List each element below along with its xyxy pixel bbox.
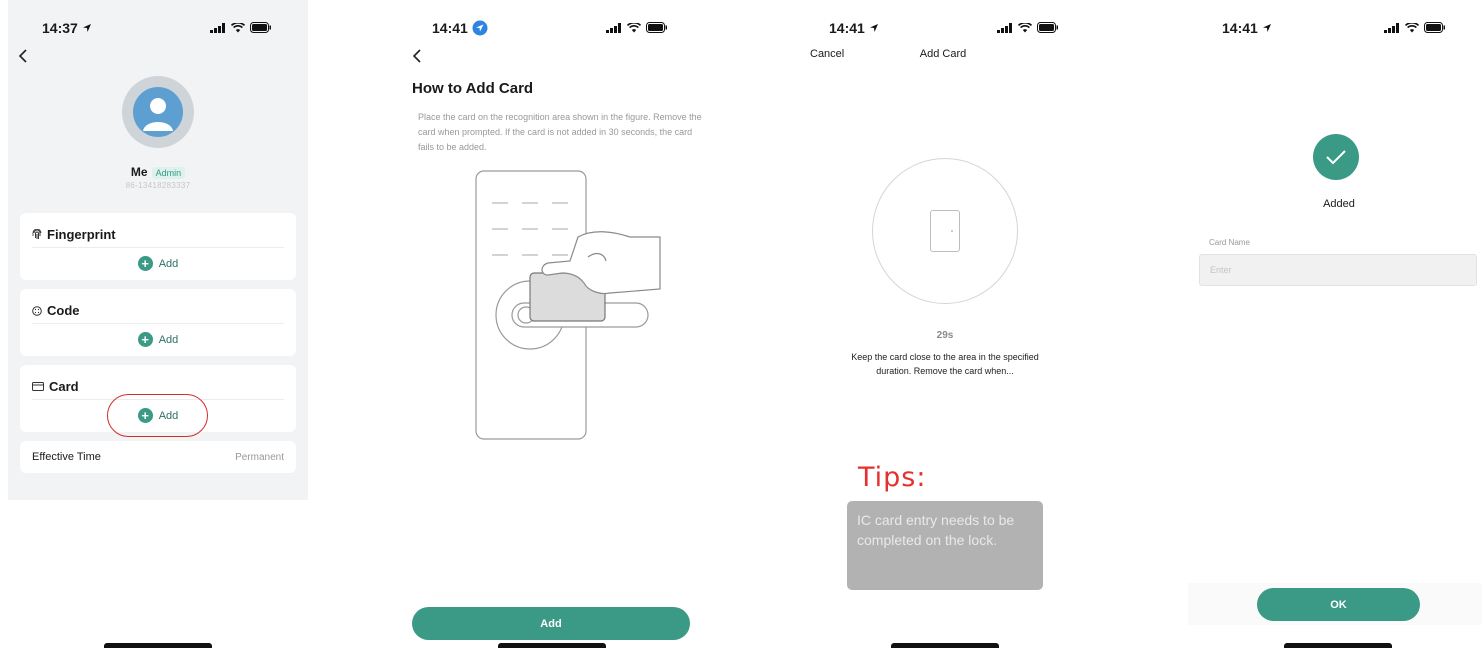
fingerprint-icon — [32, 229, 42, 239]
status-time: 14:41 — [432, 20, 468, 36]
member-detail-screen: 14:37 Me Admin 86-13418283337 Fingerprint… — [8, 0, 308, 648]
home-indicator — [891, 643, 999, 648]
battery-icon — [646, 22, 667, 33]
divider — [32, 247, 284, 248]
fingerprint-section: Fingerprint + Add — [20, 213, 296, 280]
status-bar: 14:41 — [1188, 20, 1482, 40]
location-arrow-icon — [1262, 24, 1271, 32]
section-title-fingerprint: Fingerprint — [47, 227, 116, 242]
add-code-button[interactable]: + Add — [20, 332, 296, 347]
signal-icon — [1384, 22, 1399, 33]
system-icons — [210, 22, 272, 33]
plus-circle-icon: + — [137, 256, 153, 271]
status-bar: 14:41 — [795, 20, 1095, 40]
effective-time-value: Permanent — [235, 452, 284, 463]
signal-icon — [997, 22, 1012, 33]
signal-icon — [210, 22, 225, 33]
status-text: Added — [1323, 198, 1355, 210]
chevron-left-icon — [18, 49, 27, 63]
tips-box: IC card entry needs to be completed on t… — [847, 501, 1043, 590]
status-bar: 14:37 — [8, 20, 308, 40]
wifi-icon — [627, 22, 641, 32]
code-icon — [32, 305, 42, 316]
admin-badge: Admin — [151, 167, 186, 179]
ok-button[interactable]: OK — [1257, 588, 1420, 621]
status-time: 14:41 — [1222, 20, 1258, 36]
status-time: 14:41 — [829, 20, 865, 36]
add-label: Add — [158, 257, 179, 270]
section-title-code: Code — [47, 303, 80, 318]
back-button[interactable] — [18, 47, 28, 67]
card-name-input[interactable] — [1199, 254, 1477, 286]
user-silhouette-icon — [133, 87, 183, 137]
code-section: Code + Add — [20, 289, 296, 356]
effective-time-row[interactable]: Effective Time Permanent — [20, 441, 296, 473]
instructions-text: Place the card on the recognition area s… — [418, 112, 702, 152]
plus-circle-icon: + — [137, 332, 153, 347]
home-indicator — [1284, 643, 1392, 648]
divider — [32, 323, 284, 324]
section-title-card: Card — [49, 379, 79, 394]
system-icons — [1384, 22, 1446, 33]
tips-title: Tips: — [858, 462, 927, 493]
card-added-screen: 14:41 Added Card Name OK — [1188, 0, 1482, 648]
status-time: 14:37 — [42, 20, 78, 36]
location-arrow-icon — [869, 24, 878, 32]
add-button[interactable]: Add — [412, 607, 690, 640]
home-indicator — [498, 643, 606, 648]
signal-icon — [606, 22, 621, 33]
countdown-timer: 29s — [936, 330, 954, 341]
home-indicator — [104, 643, 212, 648]
system-icons — [997, 22, 1059, 33]
avatar[interactable] — [122, 76, 194, 148]
add-card-guide-screen: 14:41 How to Add Card Place the card on … — [398, 0, 704, 648]
battery-icon — [1424, 22, 1445, 33]
effective-time-label: Effective Time — [32, 451, 101, 463]
adding-card-screen: 14:41 Cancel Add Card 29s Keep the card … — [795, 0, 1095, 648]
wifi-icon — [1405, 22, 1419, 32]
location-arrow-icon — [82, 24, 91, 32]
navigation-badge-icon — [472, 20, 488, 36]
success-check-icon — [1313, 134, 1359, 180]
battery-icon — [250, 22, 271, 33]
lock-card-illustration — [475, 170, 661, 440]
user-name: Me — [130, 165, 148, 179]
wifi-icon — [1018, 22, 1032, 32]
back-button[interactable] — [412, 47, 422, 67]
wifi-icon — [231, 22, 245, 32]
add-label: Add — [158, 333, 179, 346]
chevron-left-icon — [412, 49, 421, 63]
door-icon — [930, 210, 960, 252]
instruction-text: Keep the card close to the area in the s… — [851, 352, 1039, 376]
battery-icon — [1037, 22, 1058, 33]
user-phone: 86-13418283337 — [125, 181, 191, 190]
system-icons — [606, 22, 668, 33]
page-title: Add Card — [919, 48, 967, 60]
card-icon — [32, 382, 44, 391]
highlight-annotation — [107, 394, 208, 437]
add-fingerprint-button[interactable]: + Add — [20, 256, 296, 271]
card-name-label: Card Name — [1209, 238, 1250, 247]
page-title: How to Add Card — [412, 80, 534, 97]
status-bar: 14:41 — [398, 20, 704, 40]
user-name-row: Me Admin — [8, 165, 308, 179]
